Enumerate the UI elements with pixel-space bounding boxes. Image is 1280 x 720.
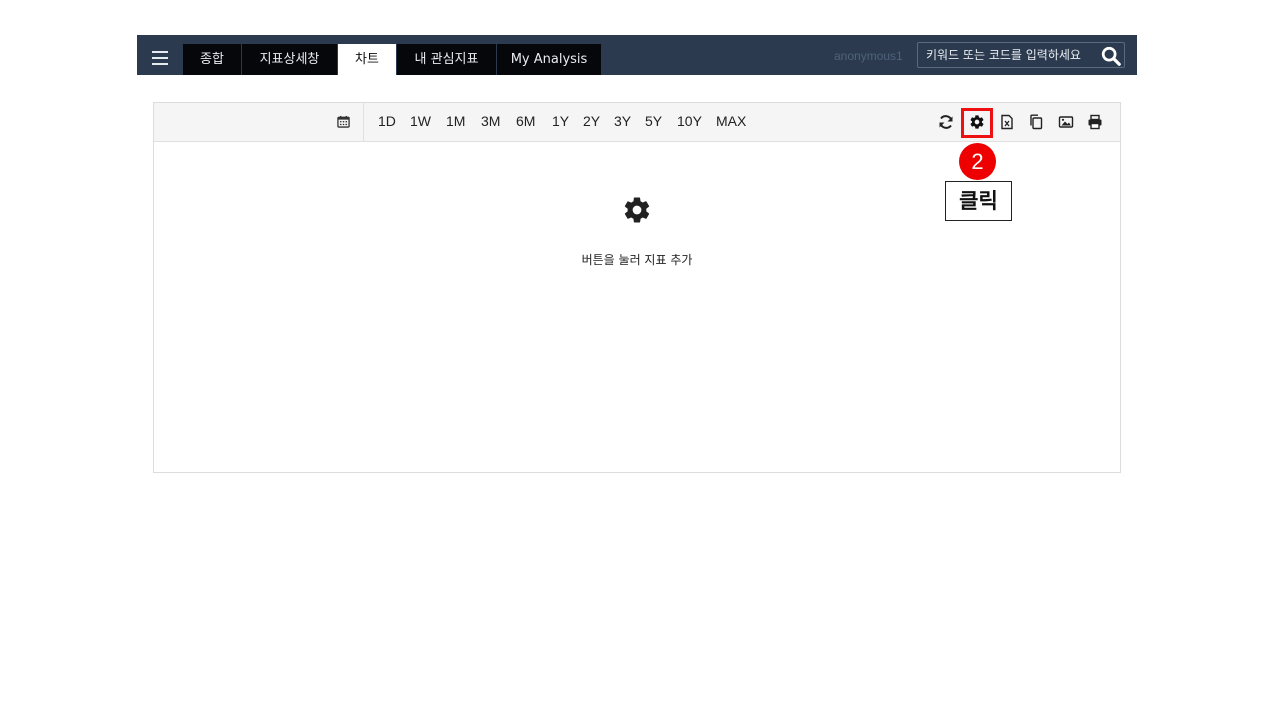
range-6m[interactable]: 6M — [516, 103, 535, 142]
search-icon[interactable] — [1100, 45, 1122, 67]
range-1d[interactable]: 1D — [378, 103, 396, 142]
chart-toolbar: 1D 1W 1M 3M 6M 1Y 2Y 3Y 5Y 10Y MAX — [154, 103, 1120, 142]
empty-chart-hint: 버튼을 눌러 지표 추가 — [581, 253, 693, 267]
range-1y[interactable]: 1Y — [552, 103, 569, 142]
range-1m[interactable]: 1M — [446, 103, 465, 142]
calendar-icon[interactable] — [337, 115, 350, 128]
refresh-icon[interactable] — [938, 114, 954, 130]
range-10y[interactable]: 10Y — [677, 103, 702, 142]
menu-icon[interactable] — [152, 51, 168, 65]
top-navigation-bar: 종합 지표상세창 차트 내 관심지표 My Analysis anonymous… — [137, 35, 1137, 75]
range-3m[interactable]: 3M — [481, 103, 500, 142]
range-1w[interactable]: 1W — [410, 103, 431, 142]
step-badge: 2 — [959, 143, 996, 180]
click-instruction-label: 클릭 — [945, 181, 1012, 221]
tab-indicator-detail[interactable]: 지표상세창 — [242, 44, 337, 75]
tab-my-indicators[interactable]: 내 관심지표 — [397, 44, 496, 75]
excel-icon[interactable] — [999, 114, 1015, 130]
tab-overview[interactable]: 종합 — [183, 44, 241, 75]
search-box — [917, 42, 1125, 68]
image-icon[interactable] — [1058, 114, 1074, 130]
search-input[interactable] — [918, 43, 1098, 67]
toolbar-divider — [363, 103, 364, 142]
username: anonymous1 — [834, 49, 903, 63]
range-5y[interactable]: 5Y — [645, 103, 662, 142]
range-2y[interactable]: 2Y — [583, 103, 600, 142]
gear-icon[interactable] — [969, 114, 985, 130]
copy-icon[interactable] — [1028, 114, 1044, 130]
tab-my-analysis[interactable]: My Analysis — [497, 44, 601, 75]
print-icon[interactable] — [1087, 114, 1103, 130]
tab-chart[interactable]: 차트 — [338, 44, 396, 75]
range-3y[interactable]: 3Y — [614, 103, 631, 142]
range-max[interactable]: MAX — [716, 103, 746, 142]
chart-panel: 1D 1W 1M 3M 6M 1Y 2Y 3Y 5Y 10Y MAX 2 클릭 … — [153, 102, 1121, 473]
gear-icon — [624, 197, 650, 223]
